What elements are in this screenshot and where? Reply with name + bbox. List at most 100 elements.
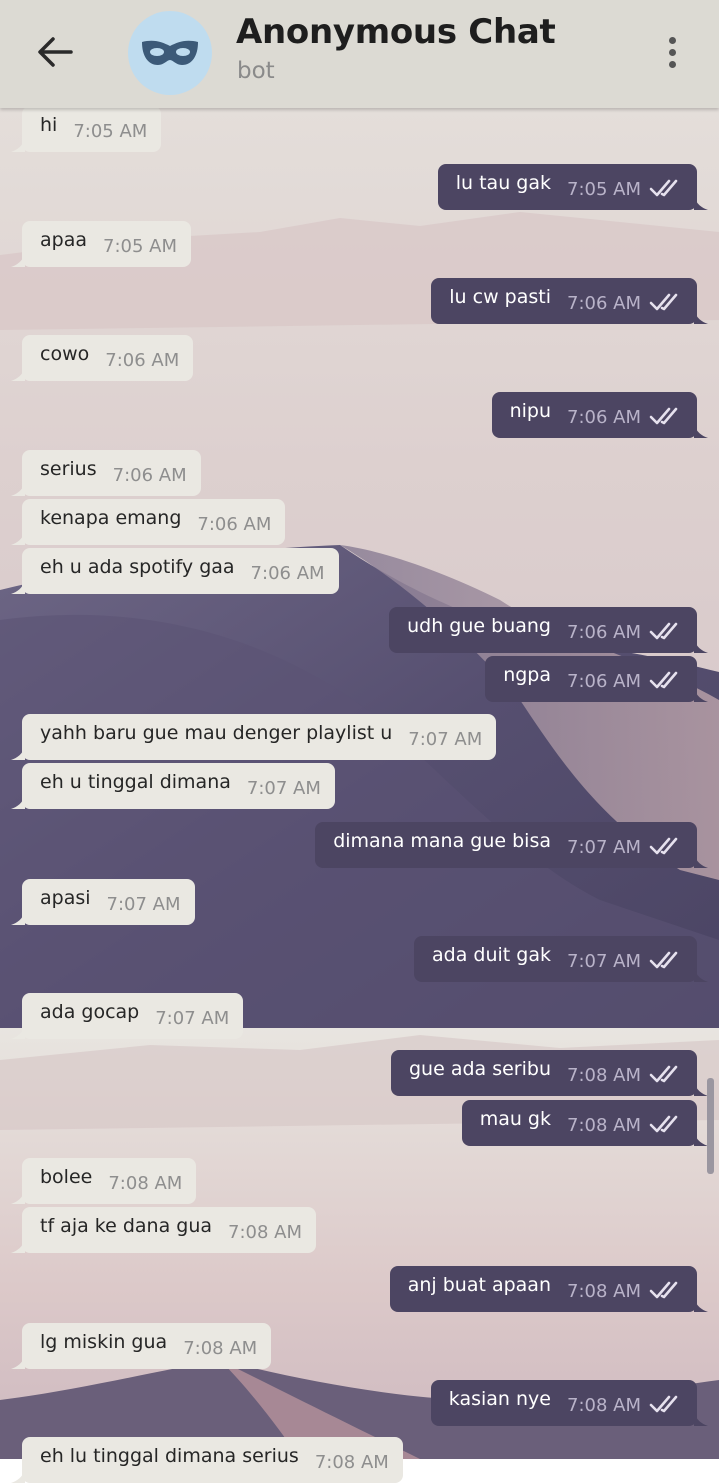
message-text: ada gocap: [40, 1001, 140, 1023]
outgoing-message[interactable]: ada duit gak 7:07 AM: [414, 936, 708, 982]
message-time: 7:05 AM: [567, 178, 641, 200]
message-time: 7:06 AM: [105, 349, 180, 371]
chat-title[interactable]: Anonymous Chat: [236, 12, 556, 52]
message-text: apasi: [40, 887, 91, 909]
bubble-tail: [11, 1469, 25, 1483]
outgoing-message[interactable]: ngpa 7:06 AM: [485, 656, 708, 702]
more-vertical-icon-dot: [668, 60, 676, 68]
bubble-tail: [694, 688, 708, 702]
double-check-icon: [649, 837, 678, 855]
message-text: gue ada seribu: [409, 1058, 551, 1080]
message-text: eh u tinggal dimana: [40, 771, 231, 793]
outgoing-message[interactable]: dimana mana gue bisa 7:07 AM: [315, 822, 708, 868]
message-time: 7:08 AM: [567, 1114, 641, 1136]
bubble-tail: [11, 531, 25, 545]
message-text: apaa: [40, 229, 87, 251]
outgoing-message[interactable]: gue ada seribu 7:08 AM: [391, 1050, 708, 1096]
message-time: 7:06 AM: [197, 513, 272, 535]
more-menu-button[interactable]: [656, 30, 688, 74]
message-time: 7:06 AM: [567, 406, 641, 428]
message-time: 7:08 AM: [183, 1337, 258, 1359]
double-check-icon: [649, 1281, 678, 1299]
message-text: lu cw pasti: [449, 286, 551, 308]
outgoing-message[interactable]: nipu 7:06 AM: [491, 392, 708, 438]
message-time: 7:08 AM: [567, 1280, 641, 1302]
message-time: 7:07 AM: [246, 777, 321, 799]
message-text: ngpa: [503, 664, 551, 686]
bubble-tail: [694, 1132, 708, 1146]
bubble-tail: [11, 1239, 25, 1253]
incoming-message[interactable]: eh lu tinggal dimana serius 7:08 AM: [11, 1437, 403, 1483]
more-vertical-icon-dot: [668, 48, 676, 56]
outgoing-message[interactable]: lu cw pasti 7:06 AM: [431, 278, 708, 324]
bubble-tail: [11, 253, 25, 267]
message-time: 7:05 AM: [73, 120, 148, 142]
incoming-message[interactable]: serius 7:06 AM: [11, 450, 201, 496]
incoming-message[interactable]: bolee 7:08 AM: [11, 1158, 197, 1204]
message-text: hi: [40, 114, 58, 136]
incoming-message[interactable]: apaa 7:05 AM: [11, 221, 191, 267]
message-time: 7:07 AM: [408, 728, 483, 750]
bubble-tail: [11, 795, 25, 809]
bubble-tail: [694, 854, 708, 868]
bubble-tail: [11, 580, 25, 594]
bubble-tail: [694, 424, 708, 438]
incoming-message[interactable]: apasi 7:07 AM: [11, 879, 195, 925]
incoming-message[interactable]: eh u ada spotify gaa 7:06 AM: [11, 548, 339, 594]
message-text: yahh baru gue mau denger playlist u: [40, 722, 393, 744]
double-check-icon: [649, 671, 678, 689]
message-time: 7:08 AM: [108, 1172, 183, 1194]
message-text: eh lu tinggal dimana serius: [40, 1445, 299, 1467]
message-time: 7:08 AM: [228, 1221, 303, 1243]
incoming-message[interactable]: cowo 7:06 AM: [11, 335, 194, 381]
message-time: 7:06 AM: [567, 670, 641, 692]
message-time: 7:08 AM: [567, 1394, 641, 1416]
double-check-icon: [649, 293, 678, 311]
incoming-message[interactable]: eh u tinggal dimana 7:07 AM: [11, 763, 335, 809]
message-time: 7:07 AM: [567, 836, 641, 858]
message-text: anj buat apaan: [407, 1274, 551, 1296]
message-time: 7:06 AM: [567, 621, 641, 643]
double-check-icon: [649, 1395, 678, 1413]
message-time: 7:08 AM: [567, 1064, 641, 1086]
outgoing-message[interactable]: kasian nye 7:08 AM: [430, 1380, 708, 1426]
bubble-tail: [694, 1412, 708, 1426]
bubble-tail: [694, 1298, 708, 1312]
message-text: dimana mana gue bisa: [333, 830, 551, 852]
message-text: mau gk: [479, 1108, 551, 1130]
bubble-tail: [11, 1025, 25, 1039]
outgoing-message[interactable]: lu tau gak 7:05 AM: [437, 164, 708, 210]
message-text: ada duit gak: [432, 944, 551, 966]
incoming-message[interactable]: hi 7:05 AM: [11, 106, 162, 152]
message-text: kenapa emang: [40, 507, 182, 529]
double-check-icon: [649, 622, 678, 640]
outgoing-message[interactable]: anj buat apaan 7:08 AM: [389, 1266, 708, 1312]
arrow-left-icon: [38, 37, 73, 67]
message-time: 7:06 AM: [250, 562, 325, 584]
incoming-message[interactable]: lg miskin gua 7:08 AM: [11, 1323, 272, 1369]
message-time: 7:05 AM: [103, 235, 177, 257]
incoming-message[interactable]: kenapa emang 7:06 AM: [11, 499, 286, 545]
bubble-tail: [694, 1082, 708, 1096]
message-list[interactable]: hi 7:05 AM lu tau gak 7:05 AM apaa 7:05 AM lu …: [0, 0, 719, 1483]
bubble-tail: [694, 639, 708, 653]
message-text: lu tau gak: [455, 172, 551, 194]
incoming-message[interactable]: ada gocap 7:07 AM: [11, 993, 244, 1039]
bubble-tail: [694, 310, 708, 324]
message-time: 7:07 AM: [155, 1007, 230, 1029]
outgoing-message[interactable]: udh gue buang 7:06 AM: [389, 607, 708, 653]
more-vertical-icon: [668, 36, 676, 44]
outgoing-message[interactable]: mau gk 7:08 AM: [461, 1100, 708, 1146]
bubble-tail: [11, 1355, 25, 1369]
message-time: 7:08 AM: [314, 1451, 389, 1473]
message-time: 7:06 AM: [112, 464, 187, 486]
message-text: eh u ada spotify gaa: [40, 556, 235, 578]
bubble-tail: [11, 746, 25, 760]
scrollbar[interactable]: [707, 1078, 714, 1174]
back-button[interactable]: [32, 30, 78, 74]
incoming-message[interactable]: yahh baru gue mau denger playlist u 7:07 …: [11, 714, 497, 760]
bubble-tail: [694, 196, 708, 210]
incoming-message[interactable]: tf aja ke dana gua 7:08 AM: [11, 1207, 317, 1253]
avatar[interactable]: [128, 11, 212, 95]
message-time: 7:06 AM: [567, 292, 641, 314]
